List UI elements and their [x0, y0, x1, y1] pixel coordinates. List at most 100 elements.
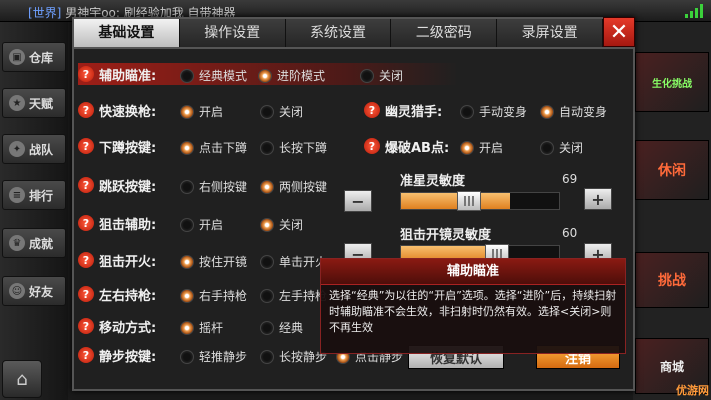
- jump-both-option[interactable]: 两侧按键: [260, 178, 327, 195]
- signal-icon: [685, 4, 705, 18]
- option-label: 经典: [279, 321, 304, 335]
- tab-password[interactable]: 二级密码: [391, 19, 498, 47]
- nav-friends[interactable]: ☺ 好友: [2, 276, 66, 306]
- mode-card-challenge[interactable]: 挑战: [635, 252, 709, 308]
- aim-advanced-option[interactable]: 进阶模式: [258, 67, 325, 84]
- nav-talent[interactable]: ★ 天赋: [2, 88, 66, 118]
- radio-selected-icon: [460, 140, 474, 155]
- sniper-assist-row: ? 狙击辅助:: [78, 212, 156, 234]
- help-icon[interactable]: ?: [78, 66, 94, 82]
- sensitivity-minus-button[interactable]: −: [344, 190, 372, 212]
- sniper-fire-tap-option[interactable]: 单击开火: [260, 253, 327, 270]
- help-icon[interactable]: ?: [78, 215, 94, 231]
- sniper-assist-label: 狙击辅助:: [99, 217, 157, 233]
- blast-ab-on-option[interactable]: 开启: [460, 139, 503, 156]
- nav-warehouse[interactable]: ▣ 仓库: [2, 42, 66, 72]
- option-label: 关闭: [279, 218, 304, 232]
- help-icon[interactable]: ?: [364, 102, 380, 118]
- tab-operation[interactable]: 操作设置: [179, 19, 286, 47]
- silent-push-option[interactable]: 轻推静步: [180, 348, 247, 365]
- warehouse-icon: ▣: [9, 49, 25, 65]
- ghost-auto-option[interactable]: 自动变身: [540, 103, 607, 120]
- silent-hold-option[interactable]: 长按静步: [260, 348, 327, 365]
- radio-icon: [460, 104, 474, 119]
- tab-basic[interactable]: 基础设置: [74, 19, 180, 47]
- radio-selected-icon: [180, 104, 194, 119]
- silent-row: ? 静步按键:: [78, 344, 156, 366]
- silent-label: 静步按键:: [99, 349, 157, 365]
- joystick-option[interactable]: 摇杆: [180, 319, 223, 336]
- mode-card-biochem[interactable]: 生化挑战: [635, 52, 709, 112]
- option-label: 手动变身: [479, 105, 528, 119]
- aim-assist-label: 辅助瞄准:: [99, 68, 157, 84]
- sniper-assist-off-option[interactable]: 关闭: [260, 216, 303, 233]
- close-button[interactable]: ✕: [603, 17, 635, 47]
- radio-selected-icon: [180, 140, 194, 155]
- jump-right-option[interactable]: 右侧按键: [180, 178, 247, 195]
- nav-achievement[interactable]: ♛ 成就: [2, 228, 66, 258]
- nav-rank[interactable]: ≡ 排行: [2, 180, 66, 210]
- tab-recording[interactable]: 录屏设置: [497, 19, 603, 47]
- right-hand-option[interactable]: 右手持枪: [180, 287, 247, 304]
- aim-classic-option[interactable]: 经典模式: [180, 67, 247, 84]
- settings-tabs: 基础设置 操作设置 系统设置 二级密码 录屏设置: [74, 19, 633, 49]
- quick-switch-label: 快速换枪:: [99, 104, 157, 120]
- option-label: 开启: [199, 105, 224, 119]
- watermark: 优游网: [676, 384, 709, 397]
- nav-team[interactable]: ✦ 战队: [2, 134, 66, 164]
- option-label: 进阶模式: [277, 69, 326, 83]
- radio-selected-icon: [260, 217, 274, 232]
- crouch-tap-option[interactable]: 点击下蹲: [180, 139, 247, 156]
- help-icon[interactable]: ?: [78, 286, 94, 302]
- help-icon[interactable]: ?: [78, 102, 94, 118]
- home-icon: ⌂: [16, 368, 28, 390]
- sensitivity-plus-button[interactable]: +: [584, 188, 612, 210]
- option-label: 轻推静步: [199, 350, 248, 364]
- help-icon[interactable]: ?: [78, 252, 94, 268]
- achievement-icon: ♛: [9, 235, 25, 251]
- hand-label: 左右持枪:: [99, 288, 157, 304]
- sniper-fire-label: 狙击开火:: [99, 254, 157, 270]
- quick-switch-on-option[interactable]: 开启: [180, 103, 223, 120]
- radio-icon: [540, 140, 554, 155]
- help-icon[interactable]: ?: [364, 138, 380, 154]
- option-label: 右侧按键: [199, 180, 248, 194]
- tooltip-body: 选择“经典”为以往的“开启”选项。选择“进阶”后，持续扫射时辅助瞄准不会生效，非…: [329, 289, 617, 334]
- sniper-fire-hold-option[interactable]: 按住开镜: [180, 253, 247, 270]
- radio-icon: [260, 349, 274, 364]
- scope-sensitivity-title: 狙击开镜灵敏度: [400, 228, 492, 243]
- sensitivity-thumb[interactable]: [457, 191, 481, 211]
- help-icon[interactable]: ?: [78, 347, 94, 363]
- jump-label: 跳跃按键:: [99, 179, 157, 195]
- help-icon[interactable]: ?: [78, 177, 94, 193]
- help-icon[interactable]: ?: [78, 138, 94, 154]
- tab-system[interactable]: 系统设置: [285, 19, 392, 47]
- blast-ab-row: ? 爆破AB点:: [364, 135, 449, 157]
- move-row: ? 移动方式:: [78, 315, 156, 337]
- radio-icon: [180, 349, 194, 364]
- radio-selected-icon: [260, 179, 274, 194]
- ghost-manual-option[interactable]: 手动变身: [460, 103, 527, 120]
- quick-switch-off-option[interactable]: 关闭: [260, 103, 303, 120]
- radio-selected-icon: [180, 254, 194, 269]
- option-label: 自动变身: [559, 105, 608, 119]
- left-nav: ▣ 仓库 ★ 天赋 ✦ 战队 ≡ 排行 ♛ 成就 ☺ 好友: [0, 22, 68, 400]
- help-icon[interactable]: ?: [78, 318, 94, 334]
- left-hand-option[interactable]: 左手持枪: [260, 287, 327, 304]
- option-label: 关闭: [379, 69, 404, 83]
- chat-channel: [世界]: [28, 6, 62, 20]
- classic-move-option[interactable]: 经典: [260, 319, 303, 336]
- sensitivity-slider[interactable]: [400, 191, 560, 211]
- crouch-row: ? 下蹲按键:: [78, 135, 156, 157]
- nav-label: 仓库: [29, 50, 54, 65]
- plus-icon: +: [591, 189, 605, 209]
- radio-selected-icon: [180, 288, 194, 303]
- sniper-assist-on-option[interactable]: 开启: [180, 216, 223, 233]
- radio-icon: [260, 254, 274, 269]
- aim-off-option[interactable]: 关闭: [360, 67, 403, 84]
- blast-ab-off-option[interactable]: 关闭: [540, 139, 583, 156]
- radio-icon: [180, 179, 194, 194]
- home-button[interactable]: ⌂: [2, 360, 42, 398]
- crouch-hold-option[interactable]: 长按下蹲: [260, 139, 327, 156]
- mode-card-casual[interactable]: 休闲: [635, 140, 709, 200]
